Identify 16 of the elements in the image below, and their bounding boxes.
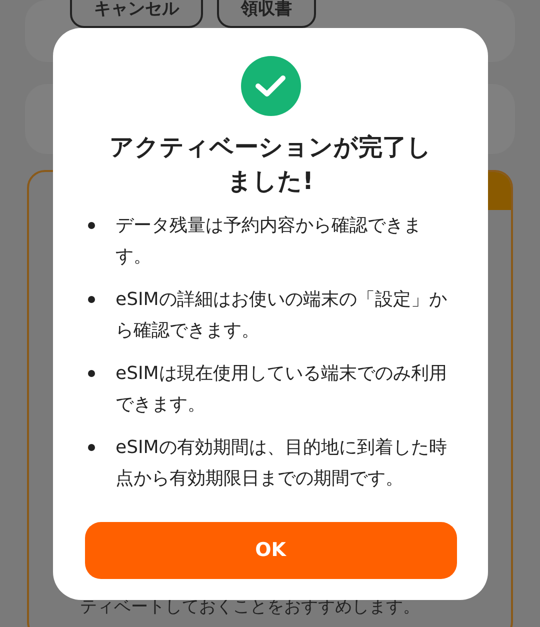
dialog-text: eSIMの有効期間は、目的地に到着した時点から有効期限日までの期間です。 xyxy=(116,436,448,491)
background-button[interactable]: キャンセル xyxy=(70,0,203,28)
bullet-icon xyxy=(88,222,94,229)
bullet-icon xyxy=(88,444,94,451)
background-text: ティベートしておくことをおすすめします。 xyxy=(80,596,420,619)
background-button-label: キャンセル xyxy=(94,0,179,19)
dialog-text: eSIMは現在使用している端末でのみ利用できます。 xyxy=(116,362,448,417)
dialog-text: eSIMの詳細はお使いの端末の「設定」から確認できます。 xyxy=(116,288,448,343)
dialog-title: アクティベーションが完了しました! xyxy=(108,132,432,197)
dialog-text: データ残量は予約内容から確認できます。 xyxy=(116,214,422,269)
background-button[interactable]: 領収書 xyxy=(217,0,316,28)
background-button-label: 領収書 xyxy=(241,0,292,19)
ok-button[interactable]: OK xyxy=(84,522,456,579)
bullet-icon xyxy=(88,370,94,377)
success-check-icon xyxy=(240,56,300,116)
bullet-icon xyxy=(88,296,94,303)
